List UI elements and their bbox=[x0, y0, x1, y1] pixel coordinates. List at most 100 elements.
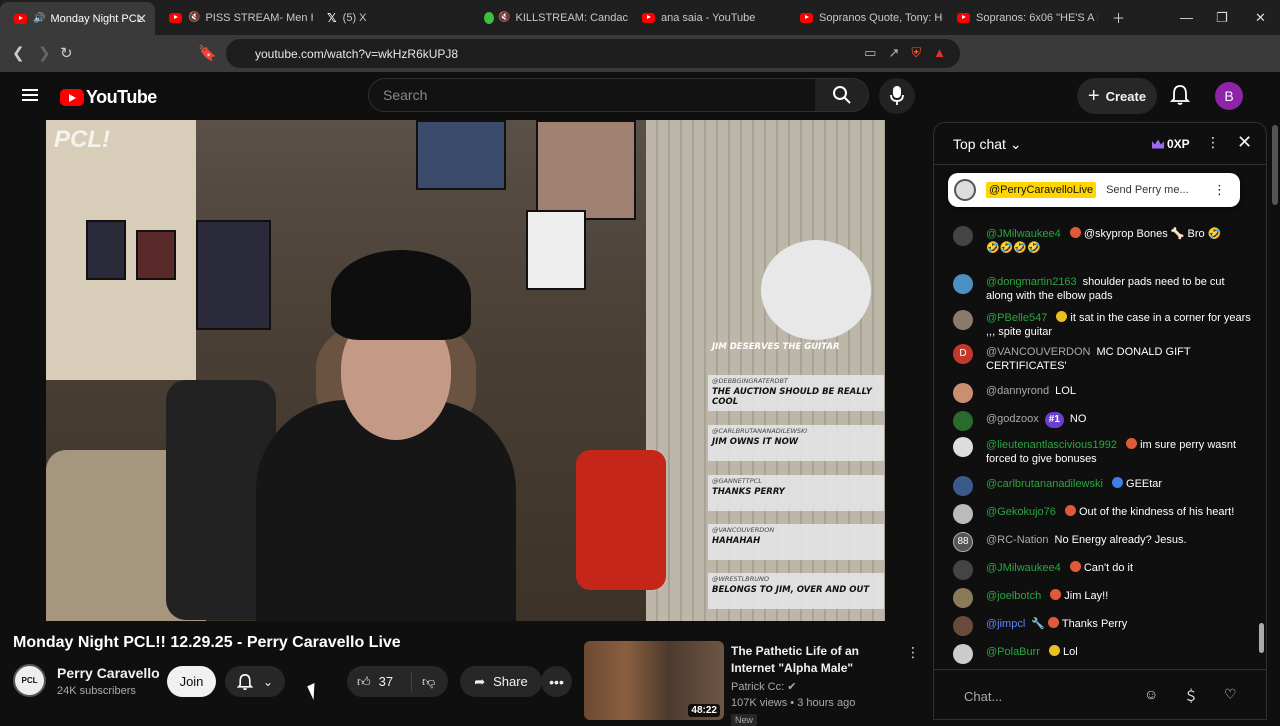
mouse-cursor bbox=[307, 683, 321, 700]
more-vertical-icon[interactable]: ⋮ bbox=[906, 644, 920, 661]
overlay-chat: @VANCOUVERDON HAHAHAH bbox=[708, 524, 884, 560]
close-chat-icon[interactable]: ✕ bbox=[1237, 132, 1252, 153]
tab-sopranos-quote[interactable]: Sopranos Quote, Tony: He bbox=[786, 0, 943, 35]
chat-input-area: Chat... ☺ ＄ ♡ bbox=[934, 669, 1266, 719]
menu-icon[interactable] bbox=[22, 89, 38, 101]
member-badge-icon bbox=[1047, 617, 1059, 628]
tab-ana-saia[interactable]: ana saia - YouTube bbox=[628, 0, 786, 35]
chat-input[interactable]: Chat... bbox=[952, 684, 1137, 708]
dislike-button[interactable]: 👎︎ bbox=[412, 674, 435, 690]
chat-message: @carlbrutananadilewski GEEtar bbox=[953, 476, 1253, 496]
chat-mode-dropdown[interactable]: Top chat ⌄ bbox=[953, 136, 1022, 153]
overlay-chat: JIM DESERVES THE GUITAR bbox=[712, 342, 840, 352]
x-icon: 𝕏 bbox=[327, 10, 337, 25]
wall-poster bbox=[416, 120, 506, 190]
more-vertical-icon[interactable]: ⋮ bbox=[1213, 182, 1226, 198]
member-badge-icon bbox=[1064, 505, 1076, 516]
avatar bbox=[953, 616, 973, 636]
recommended-title[interactable]: The Pathetic Life of an Internet "Alpha … bbox=[731, 643, 901, 677]
xp-badge[interactable]: 0XP bbox=[1146, 134, 1196, 154]
overlay-chat: @WRESTLBRUNO BELONGS TO JIM, OVER AND OU… bbox=[708, 573, 884, 609]
rank-badge: #1 bbox=[1044, 412, 1064, 428]
tab-sopranos-6x06[interactable]: Sopranos: 6x06 "HE'S A FA bbox=[943, 0, 1098, 35]
speaker-icon[interactable]: 🔊 bbox=[33, 13, 45, 24]
wall-poster bbox=[86, 220, 126, 280]
tab-label: Sopranos: 6x06 "HE'S A FA bbox=[976, 11, 1098, 24]
overlay-chat: @DEBBGINGRATERDBT THE AUCTION SHOULD BE … bbox=[708, 375, 884, 411]
plus-icon: + bbox=[1087, 84, 1100, 107]
page-scrollbar[interactable] bbox=[1272, 125, 1278, 205]
video-player[interactable]: PCL! JIM DESERVES THE GUITAR @DEBBGINGRA… bbox=[46, 120, 885, 621]
avatar bbox=[953, 310, 973, 330]
chat-message: @joelbotch Jim Lay!! bbox=[953, 588, 1253, 608]
tab-label: ana saia - YouTube bbox=[661, 11, 756, 24]
url-field[interactable]: youtube.com/watch?v=wkHzR6kUPJ8 ▭ ↗ ⛨ ▲ bbox=[226, 39, 960, 68]
voice-search-button[interactable] bbox=[879, 78, 915, 114]
channel-name[interactable]: Perry Caravello bbox=[57, 665, 160, 681]
cast-icon[interactable]: ▭ bbox=[864, 45, 876, 61]
new-tab-icon[interactable]: ＋ bbox=[1112, 0, 1125, 35]
maximize-icon[interactable]: ❐ bbox=[1216, 0, 1228, 35]
share-page-icon[interactable]: ↗ bbox=[888, 45, 899, 61]
bookmark-icon[interactable]: 🔖 bbox=[198, 44, 217, 62]
tab-monday-night-pcl[interactable]: 🔊 Monday Night PCL ✕ bbox=[0, 2, 155, 35]
microphone-icon bbox=[890, 86, 904, 105]
youtube-logo[interactable]: YouTube bbox=[60, 87, 157, 108]
member-badge-icon bbox=[1050, 589, 1062, 600]
minimize-icon[interactable]: — bbox=[1180, 0, 1193, 35]
avatar: 88 bbox=[953, 532, 973, 552]
more-vertical-icon[interactable]: ⋮ bbox=[1206, 134, 1220, 151]
chat-message: D @VANCOUVERDON MC DONALD GIFT CERTIFICAT… bbox=[953, 344, 1253, 373]
join-button[interactable]: Join bbox=[167, 666, 216, 697]
notifications-button[interactable] bbox=[1169, 84, 1191, 111]
search-button[interactable] bbox=[815, 78, 869, 112]
emoji-icon[interactable]: ☺ bbox=[1144, 686, 1158, 702]
recommended-channel[interactable]: Patrick Cc: ✔ bbox=[731, 680, 796, 693]
super-chat-icon[interactable]: ＄ bbox=[1184, 686, 1198, 706]
youtube-play-icon bbox=[60, 89, 84, 106]
heart-icon[interactable]: ♡ bbox=[1224, 686, 1237, 703]
overlay-chat: @GANNETTPCL THANKS PERRY bbox=[708, 475, 884, 511]
wrench-icon: 🔧 bbox=[1031, 618, 1045, 630]
url-text: youtube.com/watch?v=wkHzR6kUPJ8 bbox=[255, 46, 459, 61]
avatar bbox=[953, 383, 973, 403]
recommended-thumbnail[interactable]: 48:22 bbox=[584, 641, 724, 720]
tab-x[interactable]: 𝕏 (5) X bbox=[313, 0, 470, 35]
video-duration: 48:22 bbox=[688, 704, 720, 717]
like-dislike-group: 👍︎ 37 👎︎ bbox=[347, 666, 448, 697]
close-tab-icon[interactable]: ✕ bbox=[136, 11, 147, 27]
avatar bbox=[953, 476, 973, 496]
wall-poster bbox=[536, 120, 636, 220]
account-avatar[interactable]: B bbox=[1215, 82, 1243, 110]
pinned-message[interactable]: @PerryCaravelloLive Send Perry me... ⋮ bbox=[948, 173, 1240, 207]
like-button[interactable]: 👍︎ 37 bbox=[347, 671, 412, 692]
wall-poster bbox=[526, 210, 586, 290]
chat-message: @jimpcl 🔧 Thanks Perry bbox=[953, 616, 1253, 636]
member-badge-icon bbox=[1048, 645, 1060, 656]
forward-icon[interactable]: ❯ bbox=[38, 44, 51, 62]
like-count: 37 bbox=[378, 674, 394, 689]
chat-scrollbar[interactable] bbox=[1259, 623, 1264, 653]
subscription-notifications-button[interactable]: ⌄ bbox=[225, 666, 285, 697]
tab-piss-stream[interactable]: 🔇 PISS STREAM- Men H bbox=[155, 0, 313, 35]
more-actions-button[interactable]: ••• bbox=[541, 666, 572, 697]
reload-icon[interactable]: ↻ bbox=[60, 44, 73, 62]
tab-killstream[interactable]: 🔇 KILLSTREAM: Candac bbox=[470, 0, 628, 35]
browser-tab-bar: 🔊 Monday Night PCL ✕ 🔇 PISS STREAM- Men … bbox=[0, 0, 1280, 35]
brave-rewards-icon[interactable]: ▲ bbox=[933, 45, 946, 61]
cowboy-hat bbox=[331, 250, 471, 340]
search-input[interactable]: Search bbox=[368, 78, 816, 112]
rofl-emoji-icon: 🤣 bbox=[1207, 228, 1222, 240]
back-icon[interactable]: ❮ bbox=[12, 44, 25, 62]
share-button[interactable]: ➦ Share bbox=[460, 666, 542, 697]
speaker-icon[interactable]: 🔇 bbox=[188, 12, 200, 23]
brave-shield-icon[interactable]: ⛨ bbox=[911, 45, 921, 61]
channel-avatar[interactable]: PCL bbox=[13, 664, 46, 697]
create-button[interactable]: + Create bbox=[1077, 78, 1157, 114]
rumble-icon bbox=[484, 11, 495, 24]
tab-label: PISS STREAM- Men H bbox=[205, 11, 313, 24]
recommended-meta: 107K views • 3 hours ago bbox=[731, 697, 856, 709]
close-window-icon[interactable]: ✕ bbox=[1255, 0, 1266, 35]
chat-header: Top chat ⌄ 0XP ⋮ ✕ bbox=[934, 123, 1266, 165]
speaker-icon[interactable]: 🔇 bbox=[498, 12, 510, 23]
